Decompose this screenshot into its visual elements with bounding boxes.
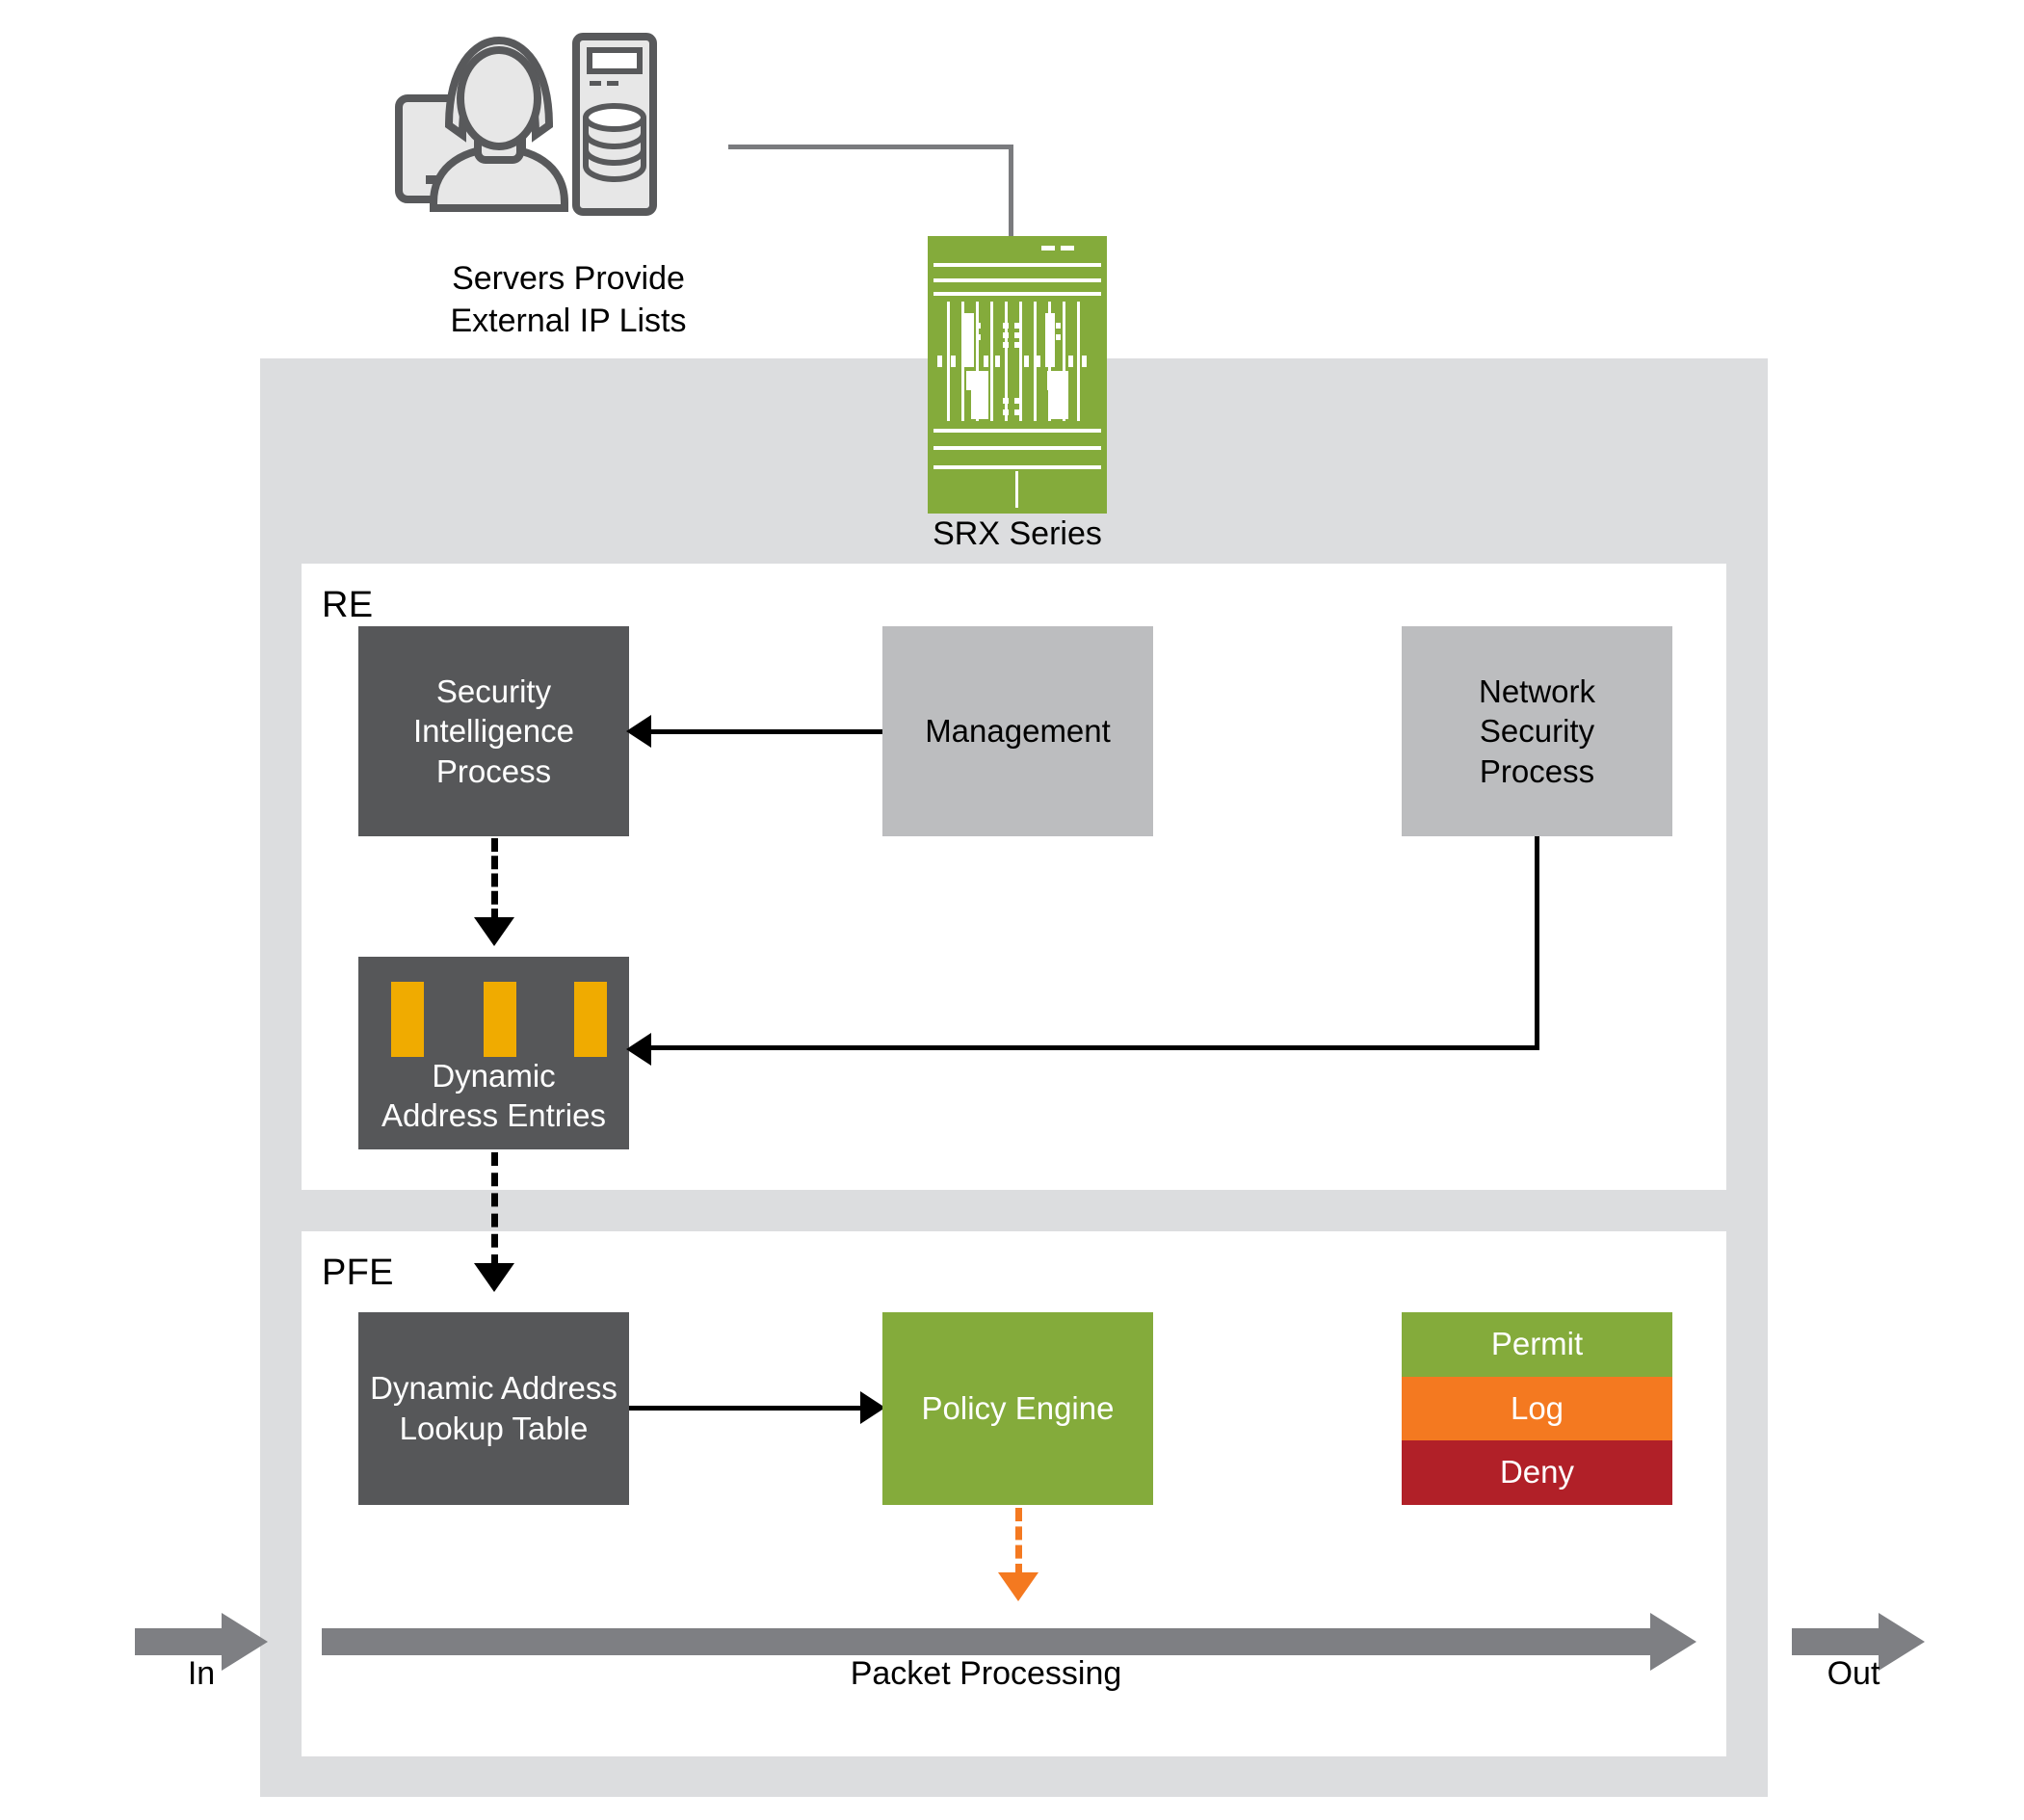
in-label: In [187,1655,216,1692]
policy-engine-box[interactable]: Policy Engine [882,1312,1153,1505]
diagram-canvas: Servers Provide External IP Lists SRX Se… [0,0,2024,1820]
dae-entry-bar [484,982,516,1057]
dalt-to-policy-engine-arrow-line [629,1406,862,1411]
packet-processing-arrowhead [1650,1613,1696,1671]
server-srx-connector-horizontal [728,145,1013,149]
nsp-line1: Network [1478,673,1596,709]
pfe-panel-label: PFE [322,1253,394,1293]
dynamic-address-lookup-table-box[interactable]: Dynamic Address Lookup Table [358,1312,629,1505]
out-flow-arrow-bar [1792,1628,1879,1655]
dynamic-address-entries-box[interactable]: Dynamic Address Entries [358,957,629,1149]
sip-to-dae-arrowhead [474,917,514,946]
network-security-process-box[interactable]: Network Security Process [1402,626,1672,836]
action-permit-label: Permit [1490,1326,1584,1362]
action-deny[interactable]: Deny [1402,1440,1672,1505]
dae-line1: Dynamic [432,1057,556,1094]
dae-entry-bar [574,982,607,1057]
packet-processing-arrow-bar [322,1628,1650,1655]
management-to-sip-arrow-line [645,729,882,734]
action-log-label: Log [1510,1389,1564,1426]
srx-chassis-icon [928,236,1107,514]
security-intelligence-process-box[interactable]: Security Intelligence Process [358,626,629,836]
sip-line3: Process [435,752,552,789]
policy-actions-legend: Permit Log Deny [1402,1312,1672,1505]
dalt-line2: Lookup Table [399,1411,589,1446]
policy-engine-to-packet-dashed-line [1015,1508,1022,1577]
nsp-line2: Security [1479,713,1595,750]
action-log[interactable]: Log [1402,1376,1672,1440]
management-to-sip-arrowhead [626,715,651,748]
dae-to-dalt-arrowhead [474,1263,514,1292]
servers-caption: Servers Provide External IP Lists [385,258,751,342]
management-box[interactable]: Management [882,626,1153,836]
nsp-to-dae-arrow-vertical [1535,836,1539,1050]
srx-series-label: SRX Series [933,515,1102,552]
server-srx-connector-vertical [1009,145,1013,236]
sip-to-dae-dashed-line [491,838,498,922]
nsp-to-dae-arrowhead [626,1033,651,1066]
sip-line1: Security [435,673,552,709]
nsp-to-dae-arrow-horizontal [645,1045,1539,1050]
policy-engine-to-packet-arrowhead [998,1572,1038,1601]
sip-line2: Intelligence [413,713,574,750]
dae-line2: Address Entries [381,1097,606,1134]
policy-engine-label: Policy Engine [921,1390,1115,1427]
dalt-line1: Dynamic Address [370,1370,618,1407]
in-flow-arrow-bar [135,1628,222,1655]
packet-processing-label: Packet Processing [850,1655,1122,1692]
servers-icon [385,29,751,251]
action-permit[interactable]: Permit [1402,1312,1672,1377]
dae-entry-bar [391,982,424,1057]
action-deny-label: Deny [1499,1454,1575,1490]
servers-caption-line2: External IP Lists [450,302,687,339]
out-label: Out [1827,1655,1880,1692]
management-label: Management [925,713,1111,750]
nsp-line3: Process [1479,752,1595,789]
re-panel-label: RE [322,585,374,625]
dae-to-dalt-dashed-line [491,1152,498,1268]
servers-caption-line1: Servers Provide [452,260,685,297]
